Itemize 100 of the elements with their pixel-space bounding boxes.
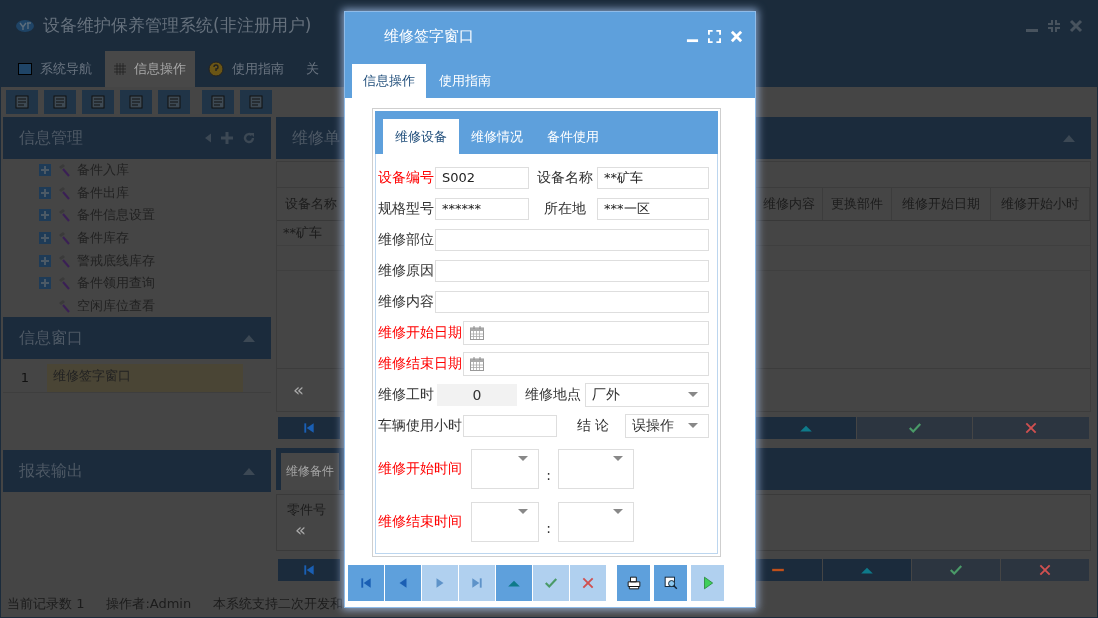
- dialog-tab[interactable]: 信息操作: [352, 64, 426, 98]
- field-label: 维修地点: [524, 385, 582, 404]
- close-icon[interactable]: [1069, 18, 1083, 33]
- time-separator: :: [545, 519, 552, 536]
- app-tab[interactable]: 信息操作: [105, 51, 195, 87]
- first-page-link[interactable]: «: [293, 379, 304, 401]
- field-label: 维修工时: [378, 385, 435, 404]
- field-label: 维修部位: [378, 230, 435, 249]
- time-separator: :: [545, 466, 552, 483]
- minute-dropdown[interactable]: [558, 502, 634, 542]
- collapse-icon[interactable]: [243, 467, 255, 475]
- cross-icon: [1024, 420, 1038, 435]
- help-icon: [208, 61, 224, 77]
- toolbar-button[interactable]: [6, 90, 38, 114]
- expand-icon[interactable]: [39, 231, 51, 244]
- toolbar-icon: [248, 94, 264, 110]
- field-label: 设备名称: [536, 168, 594, 187]
- field-label: 维修内容: [378, 292, 435, 311]
- caret-icon: [518, 509, 528, 514]
- minute-dropdown[interactable]: [558, 449, 634, 489]
- restore-icon[interactable]: [1047, 18, 1061, 33]
- hammer-icon: [57, 230, 71, 245]
- calendar-icon[interactable]: [470, 356, 484, 371]
- toolbar-icon: [90, 94, 106, 110]
- checkmark-icon: [544, 576, 558, 590]
- collapse-icon[interactable]: [243, 334, 255, 342]
- field-label: 维修原因: [378, 261, 435, 280]
- app-tab[interactable]: 使用指南: [199, 51, 293, 87]
- expand-icon[interactable]: [39, 186, 51, 199]
- caret-icon: [688, 423, 698, 428]
- input-field[interactable]: ******: [435, 197, 529, 220]
- dropdown[interactable]: 厂外: [585, 382, 709, 407]
- checkmark-icon: [949, 563, 963, 578]
- hour-dropdown[interactable]: [471, 502, 539, 542]
- toolbar-button[interactable]: [158, 90, 190, 114]
- date-field[interactable]: [463, 320, 709, 345]
- input-field[interactable]: ***一区: [597, 197, 709, 220]
- dialog-title: 维修签字窗口: [384, 27, 474, 46]
- calendar-icon[interactable]: [470, 325, 484, 340]
- toolbar-icon: [52, 94, 68, 110]
- refresh-icon[interactable]: [243, 132, 255, 144]
- date-field[interactable]: [463, 351, 709, 376]
- field-label: 所在地: [543, 199, 587, 218]
- hammer-icon: [57, 163, 71, 178]
- field-label: 结 论: [575, 416, 611, 435]
- toolbar-icon: [210, 94, 226, 110]
- previous-record-button[interactable]: [385, 565, 421, 601]
- toolbar-icon: [14, 94, 30, 110]
- monitor-icon: [18, 63, 32, 75]
- toolbar-icon: [166, 94, 182, 110]
- form-tab[interactable]: 维修情况: [459, 119, 535, 154]
- triangle-left-icon[interactable]: [205, 133, 211, 143]
- field-label: 车辆使用小时: [378, 416, 463, 435]
- caret-icon: [518, 456, 528, 461]
- form-tab[interactable]: 备件使用: [535, 119, 611, 154]
- print-button[interactable]: [617, 565, 650, 601]
- form-tab[interactable]: 维修设备: [383, 119, 459, 154]
- expand-icon[interactable]: [39, 254, 51, 267]
- toolbar-button[interactable]: [240, 90, 272, 114]
- plus-icon[interactable]: [221, 132, 233, 144]
- print-preview-button[interactable]: [654, 565, 687, 601]
- hammer-icon: [57, 253, 71, 268]
- input-field[interactable]: **矿车: [597, 166, 709, 189]
- collapse-button[interactable]: [496, 565, 532, 601]
- expand-icon[interactable]: [39, 164, 51, 177]
- maximize-icon[interactable]: [708, 30, 721, 43]
- input-field[interactable]: S002: [435, 166, 529, 189]
- field-label: 规格型号: [378, 199, 435, 218]
- panel-tab[interactable]: 维修备件: [281, 453, 339, 491]
- hour-dropdown[interactable]: [471, 449, 539, 489]
- first-record-button[interactable]: [348, 565, 384, 601]
- collapse-button[interactable]: [756, 416, 856, 439]
- app-tab[interactable]: 关: [297, 51, 328, 87]
- first-record-button[interactable]: [278, 416, 340, 439]
- expand-icon[interactable]: [39, 277, 51, 290]
- toolbar-icon: [128, 94, 144, 110]
- first-page-link[interactable]: «: [287, 519, 306, 541]
- field-label: 维修开始时间: [378, 460, 463, 478]
- input-field[interactable]: [435, 228, 709, 251]
- input-field[interactable]: [463, 414, 557, 437]
- readonly-field: 0: [437, 383, 517, 406]
- field-label: 维修结束时间: [378, 513, 463, 531]
- dropdown[interactable]: 误操作: [625, 413, 709, 438]
- input-field[interactable]: [435, 290, 709, 313]
- toolbar-button[interactable]: [202, 90, 234, 114]
- toolbar-button[interactable]: [82, 90, 114, 114]
- first-record-button[interactable]: [278, 559, 340, 582]
- grid-icon: [114, 63, 126, 75]
- expand-icon[interactable]: [39, 209, 51, 222]
- collapse-icon[interactable]: [1063, 134, 1075, 142]
- caret-icon: [613, 456, 623, 461]
- app-tab[interactable]: 系统导航: [9, 51, 101, 87]
- hammer-icon: [57, 276, 71, 291]
- printer-icon: [626, 576, 641, 590]
- dialog-tab[interactable]: 使用指南: [428, 64, 502, 98]
- toolbar-button[interactable]: [120, 90, 152, 114]
- input-field[interactable]: [435, 259, 709, 282]
- magnifier-icon: [663, 576, 678, 590]
- toolbar-button[interactable]: [44, 90, 76, 114]
- cross-icon: [581, 576, 595, 590]
